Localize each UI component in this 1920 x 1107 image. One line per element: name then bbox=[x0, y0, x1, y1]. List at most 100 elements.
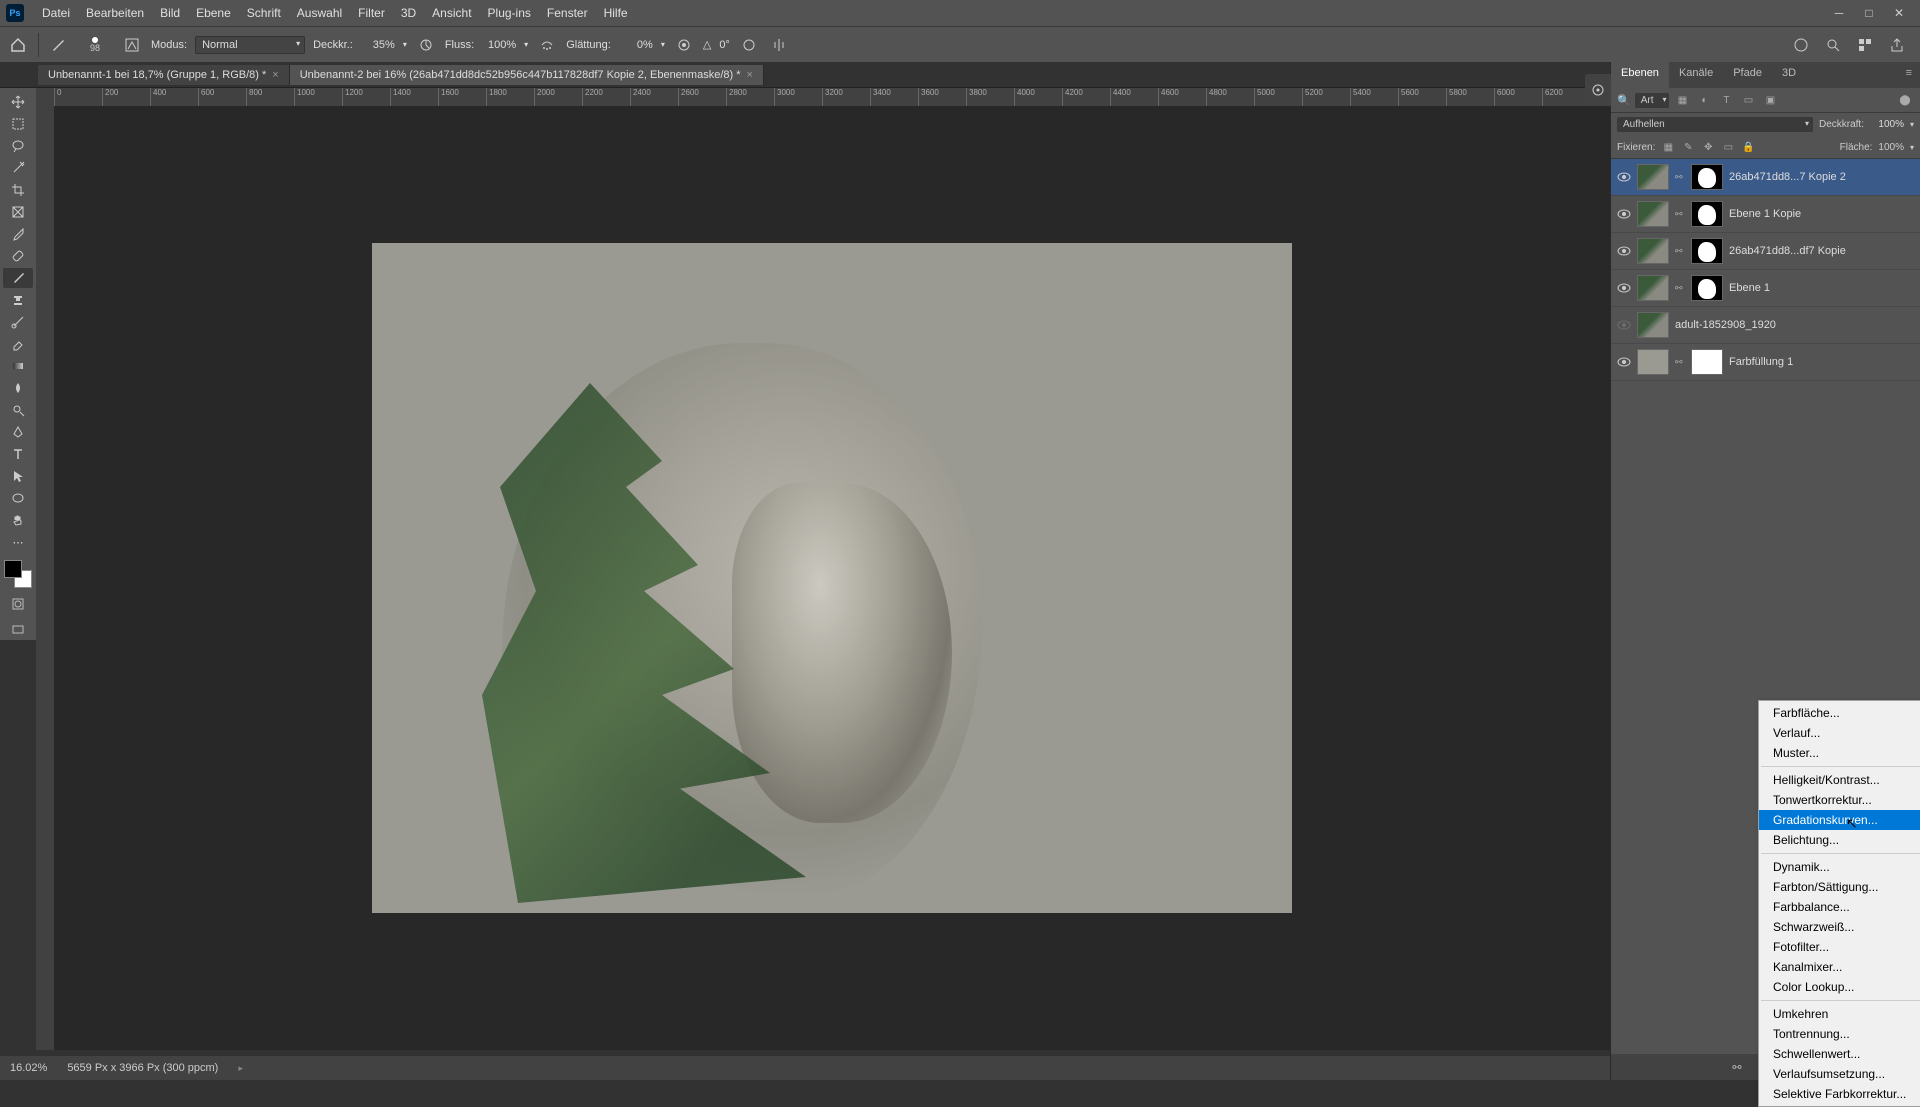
menu-item[interactable]: Ebene bbox=[188, 6, 239, 20]
document-tab[interactable]: Unbenannt-2 bei 16% (26ab471dd8dc52b956c… bbox=[290, 65, 764, 85]
lock-pos-icon[interactable]: ✥ bbox=[1701, 140, 1715, 154]
visibility-toggle-icon[interactable] bbox=[1617, 318, 1631, 332]
menu-item[interactable]: Fenster bbox=[539, 6, 596, 20]
close-icon[interactable]: × bbox=[272, 69, 278, 81]
layer-name[interactable]: 26ab471dd8...7 Kopie 2 bbox=[1729, 171, 1914, 183]
layer-opacity-input[interactable]: 100% bbox=[1870, 119, 1904, 130]
brush-tool-icon[interactable] bbox=[3, 268, 33, 288]
context-menu-item[interactable]: Muster... bbox=[1759, 743, 1920, 763]
visibility-toggle-icon[interactable] bbox=[1617, 170, 1631, 184]
context-menu-item[interactable]: Gradationskurven... bbox=[1759, 810, 1920, 830]
gradient-tool-icon[interactable] bbox=[3, 356, 33, 376]
smoothing-options-icon[interactable] bbox=[673, 34, 695, 56]
heal-tool-icon[interactable] bbox=[3, 246, 33, 266]
mask-thumbnail[interactable] bbox=[1691, 238, 1723, 264]
menu-item[interactable]: 3D bbox=[393, 6, 424, 20]
context-menu-item[interactable]: Fotofilter... bbox=[1759, 937, 1920, 957]
context-menu-item[interactable]: Schwarzweiß... bbox=[1759, 917, 1920, 937]
menu-item[interactable]: Plug-ins bbox=[480, 6, 539, 20]
context-menu-item[interactable]: Helligkeit/Kontrast... bbox=[1759, 770, 1920, 790]
layer-thumbnail[interactable] bbox=[1637, 238, 1669, 264]
lock-all-icon[interactable]: 🔒 bbox=[1741, 140, 1755, 154]
marquee-tool-icon[interactable] bbox=[3, 114, 33, 134]
filter-type-icon[interactable]: T bbox=[1717, 92, 1735, 108]
smoothing-input[interactable]: 0% bbox=[619, 39, 653, 51]
context-menu-item[interactable]: Farbbalance... bbox=[1759, 897, 1920, 917]
tab-paths[interactable]: Pfade bbox=[1723, 62, 1772, 88]
mask-thumbnail[interactable] bbox=[1691, 201, 1723, 227]
mask-link-icon[interactable]: ⚯ bbox=[1675, 209, 1685, 220]
link-layers-icon[interactable]: ⚯ bbox=[1728, 1058, 1746, 1076]
zoom-value[interactable]: 16.02% bbox=[10, 1062, 47, 1074]
menu-item[interactable]: Ansicht bbox=[424, 6, 479, 20]
shape-tool-icon[interactable] bbox=[3, 488, 33, 508]
layer-row[interactable]: adult-1852908_1920 bbox=[1611, 307, 1920, 344]
frame-tool-icon[interactable] bbox=[3, 202, 33, 222]
move-tool-icon[interactable] bbox=[3, 92, 33, 112]
context-menu-item[interactable]: Schwellenwert... bbox=[1759, 1044, 1920, 1064]
history-brush-icon[interactable] bbox=[3, 312, 33, 332]
fill-input[interactable]: 100% bbox=[1878, 142, 1904, 153]
properties-icon[interactable] bbox=[1585, 78, 1611, 102]
layer-blend-dropdown[interactable]: Aufhellen bbox=[1617, 117, 1813, 132]
panel-menu-icon[interactable]: ≡ bbox=[1898, 62, 1920, 88]
wand-tool-icon[interactable] bbox=[3, 158, 33, 178]
menu-item[interactable]: Schrift bbox=[239, 6, 289, 20]
lock-trans-icon[interactable]: ▦ bbox=[1661, 140, 1675, 154]
filter-toggle-icon[interactable]: ⬤ bbox=[1896, 92, 1914, 108]
workspace-icon[interactable] bbox=[1854, 34, 1876, 56]
document-tab[interactable]: Unbenannt-1 bei 18,7% (Gruppe 1, RGB/8) … bbox=[38, 65, 290, 85]
menu-item[interactable]: Filter bbox=[350, 6, 393, 20]
more-tools-icon[interactable]: ⋯ bbox=[3, 532, 33, 552]
layer-row[interactable]: ⚯Farbfüllung 1 bbox=[1611, 344, 1920, 381]
context-menu-item[interactable]: Belichtung... bbox=[1759, 830, 1920, 850]
filter-shape-icon[interactable]: ▭ bbox=[1739, 92, 1757, 108]
context-menu-item[interactable]: Verlauf... bbox=[1759, 723, 1920, 743]
pressure-size-icon[interactable] bbox=[738, 34, 760, 56]
visibility-toggle-icon[interactable] bbox=[1617, 207, 1631, 221]
mask-link-icon[interactable]: ⚯ bbox=[1675, 246, 1685, 257]
layer-thumbnail[interactable] bbox=[1637, 164, 1669, 190]
lasso-tool-icon[interactable] bbox=[3, 136, 33, 156]
color-swatch[interactable] bbox=[4, 560, 32, 588]
context-menu-item[interactable]: Dynamik... bbox=[1759, 857, 1920, 877]
menu-item[interactable]: Datei bbox=[34, 6, 78, 20]
filter-smart-icon[interactable]: ▣ bbox=[1761, 92, 1779, 108]
crop-tool-icon[interactable] bbox=[3, 180, 33, 200]
context-menu-item[interactable]: Farbton/Sättigung... bbox=[1759, 877, 1920, 897]
layer-thumbnail[interactable] bbox=[1637, 312, 1669, 338]
cloud-docs-icon[interactable] bbox=[1790, 34, 1812, 56]
context-menu-item[interactable]: Tontrennung... bbox=[1759, 1024, 1920, 1044]
mask-thumbnail[interactable] bbox=[1691, 164, 1723, 190]
share-icon[interactable] bbox=[1886, 34, 1908, 56]
context-menu-item[interactable]: Color Lookup... bbox=[1759, 977, 1920, 997]
layer-name[interactable]: 26ab471dd8...df7 Kopie bbox=[1729, 245, 1914, 257]
layer-thumbnail[interactable] bbox=[1637, 275, 1669, 301]
layer-name[interactable]: Farbfüllung 1 bbox=[1729, 356, 1914, 368]
flow-input[interactable]: 100% bbox=[482, 39, 516, 51]
eyedropper-tool-icon[interactable] bbox=[3, 224, 33, 244]
context-menu-item[interactable]: Kanalmixer... bbox=[1759, 957, 1920, 977]
mask-thumbnail[interactable] bbox=[1691, 275, 1723, 301]
tab-layers[interactable]: Ebenen bbox=[1611, 62, 1669, 88]
eraser-tool-icon[interactable] bbox=[3, 334, 33, 354]
context-menu-item[interactable]: Selektive Farbkorrektur... bbox=[1759, 1084, 1920, 1104]
maximize-button[interactable]: □ bbox=[1854, 3, 1884, 23]
visibility-toggle-icon[interactable] bbox=[1617, 355, 1631, 369]
blur-tool-icon[interactable] bbox=[3, 378, 33, 398]
hand-tool-icon[interactable] bbox=[3, 510, 33, 530]
filter-pixel-icon[interactable]: ▦ bbox=[1673, 92, 1691, 108]
lock-paint-icon[interactable]: ✎ bbox=[1681, 140, 1695, 154]
layer-name[interactable]: adult-1852908_1920 bbox=[1675, 319, 1914, 331]
angle-value[interactable]: 0° bbox=[719, 39, 730, 51]
layer-name[interactable]: Ebene 1 Kopie bbox=[1729, 208, 1914, 220]
type-tool-icon[interactable] bbox=[3, 444, 33, 464]
brush-tool-icon[interactable] bbox=[47, 34, 69, 56]
layer-row[interactable]: ⚯26ab471dd8...7 Kopie 2 bbox=[1611, 159, 1920, 196]
blend-mode-dropdown[interactable]: Normal bbox=[195, 36, 305, 54]
pressure-opacity-icon[interactable] bbox=[415, 34, 437, 56]
context-menu-item[interactable]: Farbfläche... bbox=[1759, 703, 1920, 723]
close-button[interactable]: ✕ bbox=[1884, 3, 1914, 23]
brush-size-preview[interactable]: 98 bbox=[77, 32, 113, 58]
layer-row[interactable]: ⚯ Ebene 1 Kopie bbox=[1611, 196, 1920, 233]
